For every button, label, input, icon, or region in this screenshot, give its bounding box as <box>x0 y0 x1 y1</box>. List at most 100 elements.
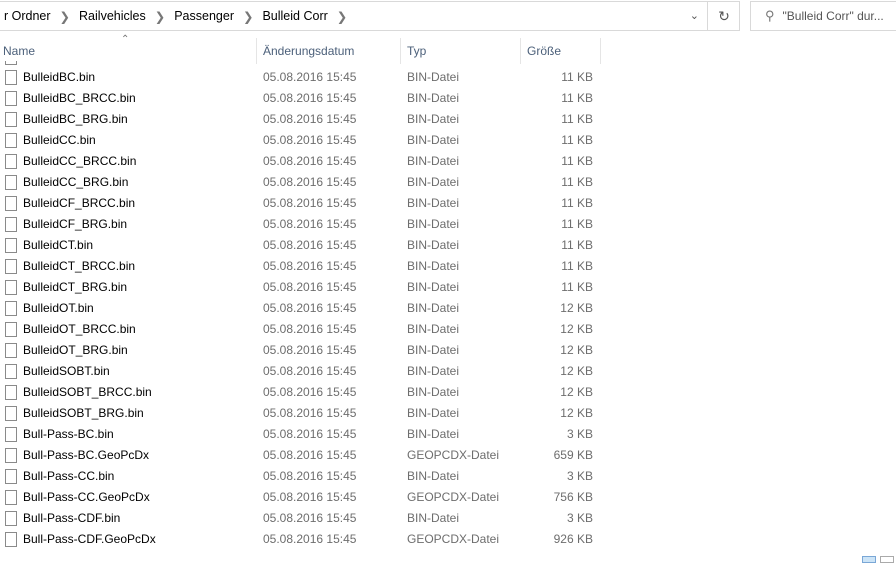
file-date: 05.08.2016 15:45 <box>263 448 357 462</box>
file-row[interactable]: BulleidCF_BRCC.bin 05.08.2016 15:45 BIN-… <box>0 193 600 214</box>
breadcrumb-item[interactable]: Passenger <box>174 9 234 23</box>
file-row[interactable]: BulleidBC_BRCC.bin 05.08.2016 15:45 BIN-… <box>0 88 600 109</box>
file-icon <box>5 448 17 463</box>
file-type: GEOPCDX-Datei <box>407 490 500 504</box>
file-size: 926 KB <box>553 532 593 546</box>
column-divider[interactable] <box>520 38 521 64</box>
file-row[interactable]: Bull-Pass-BC.GeoPcDx 05.08.2016 15:45 GE… <box>0 445 600 466</box>
file-type: BIN-Datei <box>407 259 460 273</box>
file-name: BulleidCF_BRCC.bin <box>23 196 136 210</box>
address-bar[interactable]: r Ordner ❯ Railvehicles ❯ Passenger ❯ Bulleid … <box>0 1 740 31</box>
file-row[interactable]: Bull-Pass-CC.GeoPcDx 05.08.2016 15:45 GE… <box>0 487 600 508</box>
file-date: 05.08.2016 15:45 <box>263 406 357 420</box>
file-size: 12 KB <box>560 406 593 420</box>
column-divider[interactable] <box>400 38 401 64</box>
file-date: 05.08.2016 15:45 <box>263 532 357 546</box>
file-row[interactable]: BulleidOT_BRG.bin 05.08.2016 15:45 BIN-D… <box>0 340 600 361</box>
file-size: 11 KB <box>561 91 593 105</box>
file-row[interactable]: Bull-Pass-CC.bin 05.08.2016 15:45 BIN-Da… <box>0 466 600 487</box>
file-name: BulleidOT_BRG.bin <box>23 343 128 357</box>
file-name: Bull-Pass-BC.bin <box>23 427 114 441</box>
file-size: 11 KB <box>561 133 593 147</box>
file-size: 11 KB <box>561 112 593 126</box>
tiles-view-button[interactable] <box>880 556 894 563</box>
chevron-down-icon[interactable]: ⌄ <box>690 9 699 22</box>
file-date: 05.08.2016 15:45 <box>263 70 357 84</box>
file-icon <box>5 511 17 526</box>
chevron-right-icon[interactable]: ❯ <box>337 9 347 24</box>
file-row[interactable]: BulleidBC_BRG.bin 05.08.2016 15:45 BIN-D… <box>0 109 600 130</box>
file-date: 05.08.2016 15:45 <box>263 217 357 231</box>
file-icon <box>5 112 17 127</box>
file-icon <box>5 70 17 85</box>
file-size: 659 KB <box>553 448 593 462</box>
file-type: BIN-Datei <box>407 238 460 252</box>
file-date: 05.08.2016 15:45 <box>263 343 357 357</box>
file-row[interactable]: BulleidCF_BRG.bin 05.08.2016 15:45 BIN-D… <box>0 214 600 235</box>
file-date: 05.08.2016 15:45 <box>263 301 357 315</box>
file-date: 05.08.2016 15:45 <box>263 427 357 441</box>
search-placeholder: "Bulleid Corr" dur... <box>782 9 884 23</box>
breadcrumb-item[interactable]: r Ordner <box>4 9 51 23</box>
file-icon <box>5 343 17 358</box>
file-row[interactable]: BulleidCC_BRCC.bin 05.08.2016 15:45 BIN-… <box>0 151 600 172</box>
chevron-right-icon[interactable]: ❯ <box>60 9 70 24</box>
file-name: BulleidCC_BRCC.bin <box>23 154 137 168</box>
breadcrumb-item[interactable]: Railvehicles <box>79 9 146 23</box>
file-type: BIN-Datei <box>407 154 460 168</box>
refresh-icon[interactable]: ↻ <box>707 1 740 31</box>
file-name: BulleidCT_BRG.bin <box>23 280 128 294</box>
file-size: 12 KB <box>560 385 593 399</box>
file-icon <box>5 91 17 106</box>
search-input[interactable]: ⚲ "Bulleid Corr" dur... <box>750 1 896 31</box>
file-row[interactable]: BulleidBC.bin 05.08.2016 15:45 BIN-Datei… <box>0 67 600 88</box>
file-row[interactable]: BulleidCC.bin 05.08.2016 15:45 BIN-Datei… <box>0 130 600 151</box>
search-icon: ⚲ <box>765 8 775 23</box>
file-row[interactable]: BulleidOT.bin 05.08.2016 15:45 BIN-Datei… <box>0 298 600 319</box>
column-size[interactable]: Größe <box>527 38 561 64</box>
column-header: ⌃ Name Änderungsdatum Typ Größe <box>0 34 601 64</box>
file-row[interactable]: BulleidSOBT.bin 05.08.2016 15:45 BIN-Dat… <box>0 361 600 382</box>
file-size: 756 KB <box>553 490 593 504</box>
file-row[interactable]: BulleidCT.bin 05.08.2016 15:45 BIN-Datei… <box>0 235 600 256</box>
file-name: BulleidSOBT_BRG.bin <box>23 406 144 420</box>
file-date: 05.08.2016 15:45 <box>263 322 357 336</box>
column-divider[interactable] <box>256 38 257 64</box>
file-row[interactable]: BulleidCT_BRCC.bin 05.08.2016 15:45 BIN-… <box>0 256 600 277</box>
breadcrumb-item[interactable]: Bulleid Corr <box>262 9 327 23</box>
file-name: Bull-Pass-CDF.GeoPcDx <box>23 532 156 546</box>
file-row[interactable]: BulleidSOBT_BRG.bin 05.08.2016 15:45 BIN… <box>0 403 600 424</box>
file-date: 05.08.2016 15:45 <box>263 175 357 189</box>
file-type: BIN-Datei <box>407 112 460 126</box>
file-size: 11 KB <box>561 217 593 231</box>
file-row[interactable]: Bull-Pass-BC.bin 05.08.2016 15:45 BIN-Da… <box>0 424 600 445</box>
file-name: BulleidBC.bin <box>23 70 96 84</box>
file-size: 12 KB <box>560 301 593 315</box>
column-type[interactable]: Typ <box>407 38 426 64</box>
file-row[interactable]: Bull-Pass-CDF.bin 05.08.2016 15:45 BIN-D… <box>0 508 600 529</box>
file-date: 05.08.2016 15:45 <box>263 469 357 483</box>
file-size: 11 KB <box>561 196 593 210</box>
file-size: 12 KB <box>560 343 593 357</box>
file-date: 05.08.2016 15:45 <box>263 259 357 273</box>
chevron-right-icon[interactable]: ❯ <box>243 9 253 24</box>
column-date[interactable]: Änderungsdatum <box>263 38 354 64</box>
file-row[interactable]: BulleidSOBT_BRCC.bin 05.08.2016 15:45 BI… <box>0 382 600 403</box>
file-type: BIN-Datei <box>407 322 460 336</box>
file-row[interactable]: BulleidCC_BRG.bin 05.08.2016 15:45 BIN-D… <box>0 172 600 193</box>
file-name: BulleidCC.bin <box>23 133 96 147</box>
file-row[interactable]: BulleidOT_BRCC.bin 05.08.2016 15:45 BIN-… <box>0 319 600 340</box>
file-row[interactable]: BulleidCT_BRG.bin 05.08.2016 15:45 BIN-D… <box>0 277 600 298</box>
file-date: 05.08.2016 15:45 <box>263 238 357 252</box>
details-view-button[interactable] <box>862 556 876 563</box>
file-icon <box>5 322 17 337</box>
file-date: 05.08.2016 15:45 <box>263 511 357 525</box>
column-divider[interactable] <box>600 38 601 64</box>
file-icon <box>5 490 17 505</box>
chevron-right-icon[interactable]: ❯ <box>155 9 165 24</box>
file-date: 05.08.2016 15:45 <box>263 154 357 168</box>
file-date: 05.08.2016 15:45 <box>263 490 357 504</box>
file-size: 3 KB <box>566 427 593 441</box>
file-row[interactable]: Bull-Pass-CDF.GeoPcDx 05.08.2016 15:45 G… <box>0 529 600 550</box>
file-name: BulleidSOBT.bin <box>23 364 110 378</box>
